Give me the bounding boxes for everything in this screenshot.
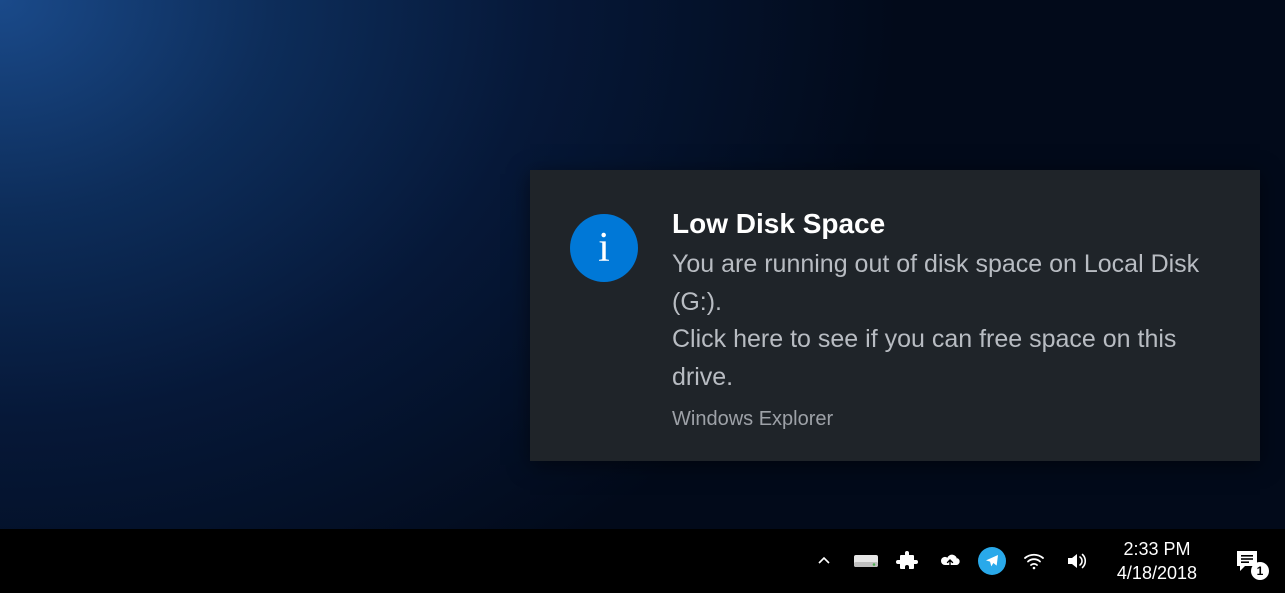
drive-icon[interactable]: [847, 538, 885, 584]
volume-icon[interactable]: [1057, 538, 1095, 584]
system-tray: 2:33 PM 4/18/2018 1: [805, 537, 1275, 586]
action-center-button[interactable]: 1: [1219, 538, 1275, 584]
show-hidden-icons-chevron-icon[interactable]: [805, 538, 843, 584]
extension-icon[interactable]: [889, 538, 927, 584]
cloud-sync-icon[interactable]: [931, 538, 969, 584]
notification-body: Low Disk Space You are running out of di…: [672, 208, 1220, 431]
taskbar: 2:33 PM 4/18/2018 1: [0, 529, 1285, 593]
notification-toast[interactable]: i Low Disk Space You are running out of …: [530, 170, 1260, 461]
telegram-icon[interactable]: [973, 538, 1011, 584]
clock[interactable]: 2:33 PM 4/18/2018: [1105, 537, 1209, 586]
clock-time: 2:33 PM: [1117, 537, 1197, 561]
notification-message: You are running out of disk space on Loc…: [672, 246, 1220, 396]
notification-source: Windows Explorer: [672, 408, 1220, 431]
notification-count-badge: 1: [1251, 562, 1269, 580]
notification-title: Low Disk Space: [672, 208, 1220, 240]
info-icon: i: [570, 214, 638, 282]
clock-date: 4/18/2018: [1117, 561, 1197, 585]
wifi-icon[interactable]: [1015, 538, 1053, 584]
